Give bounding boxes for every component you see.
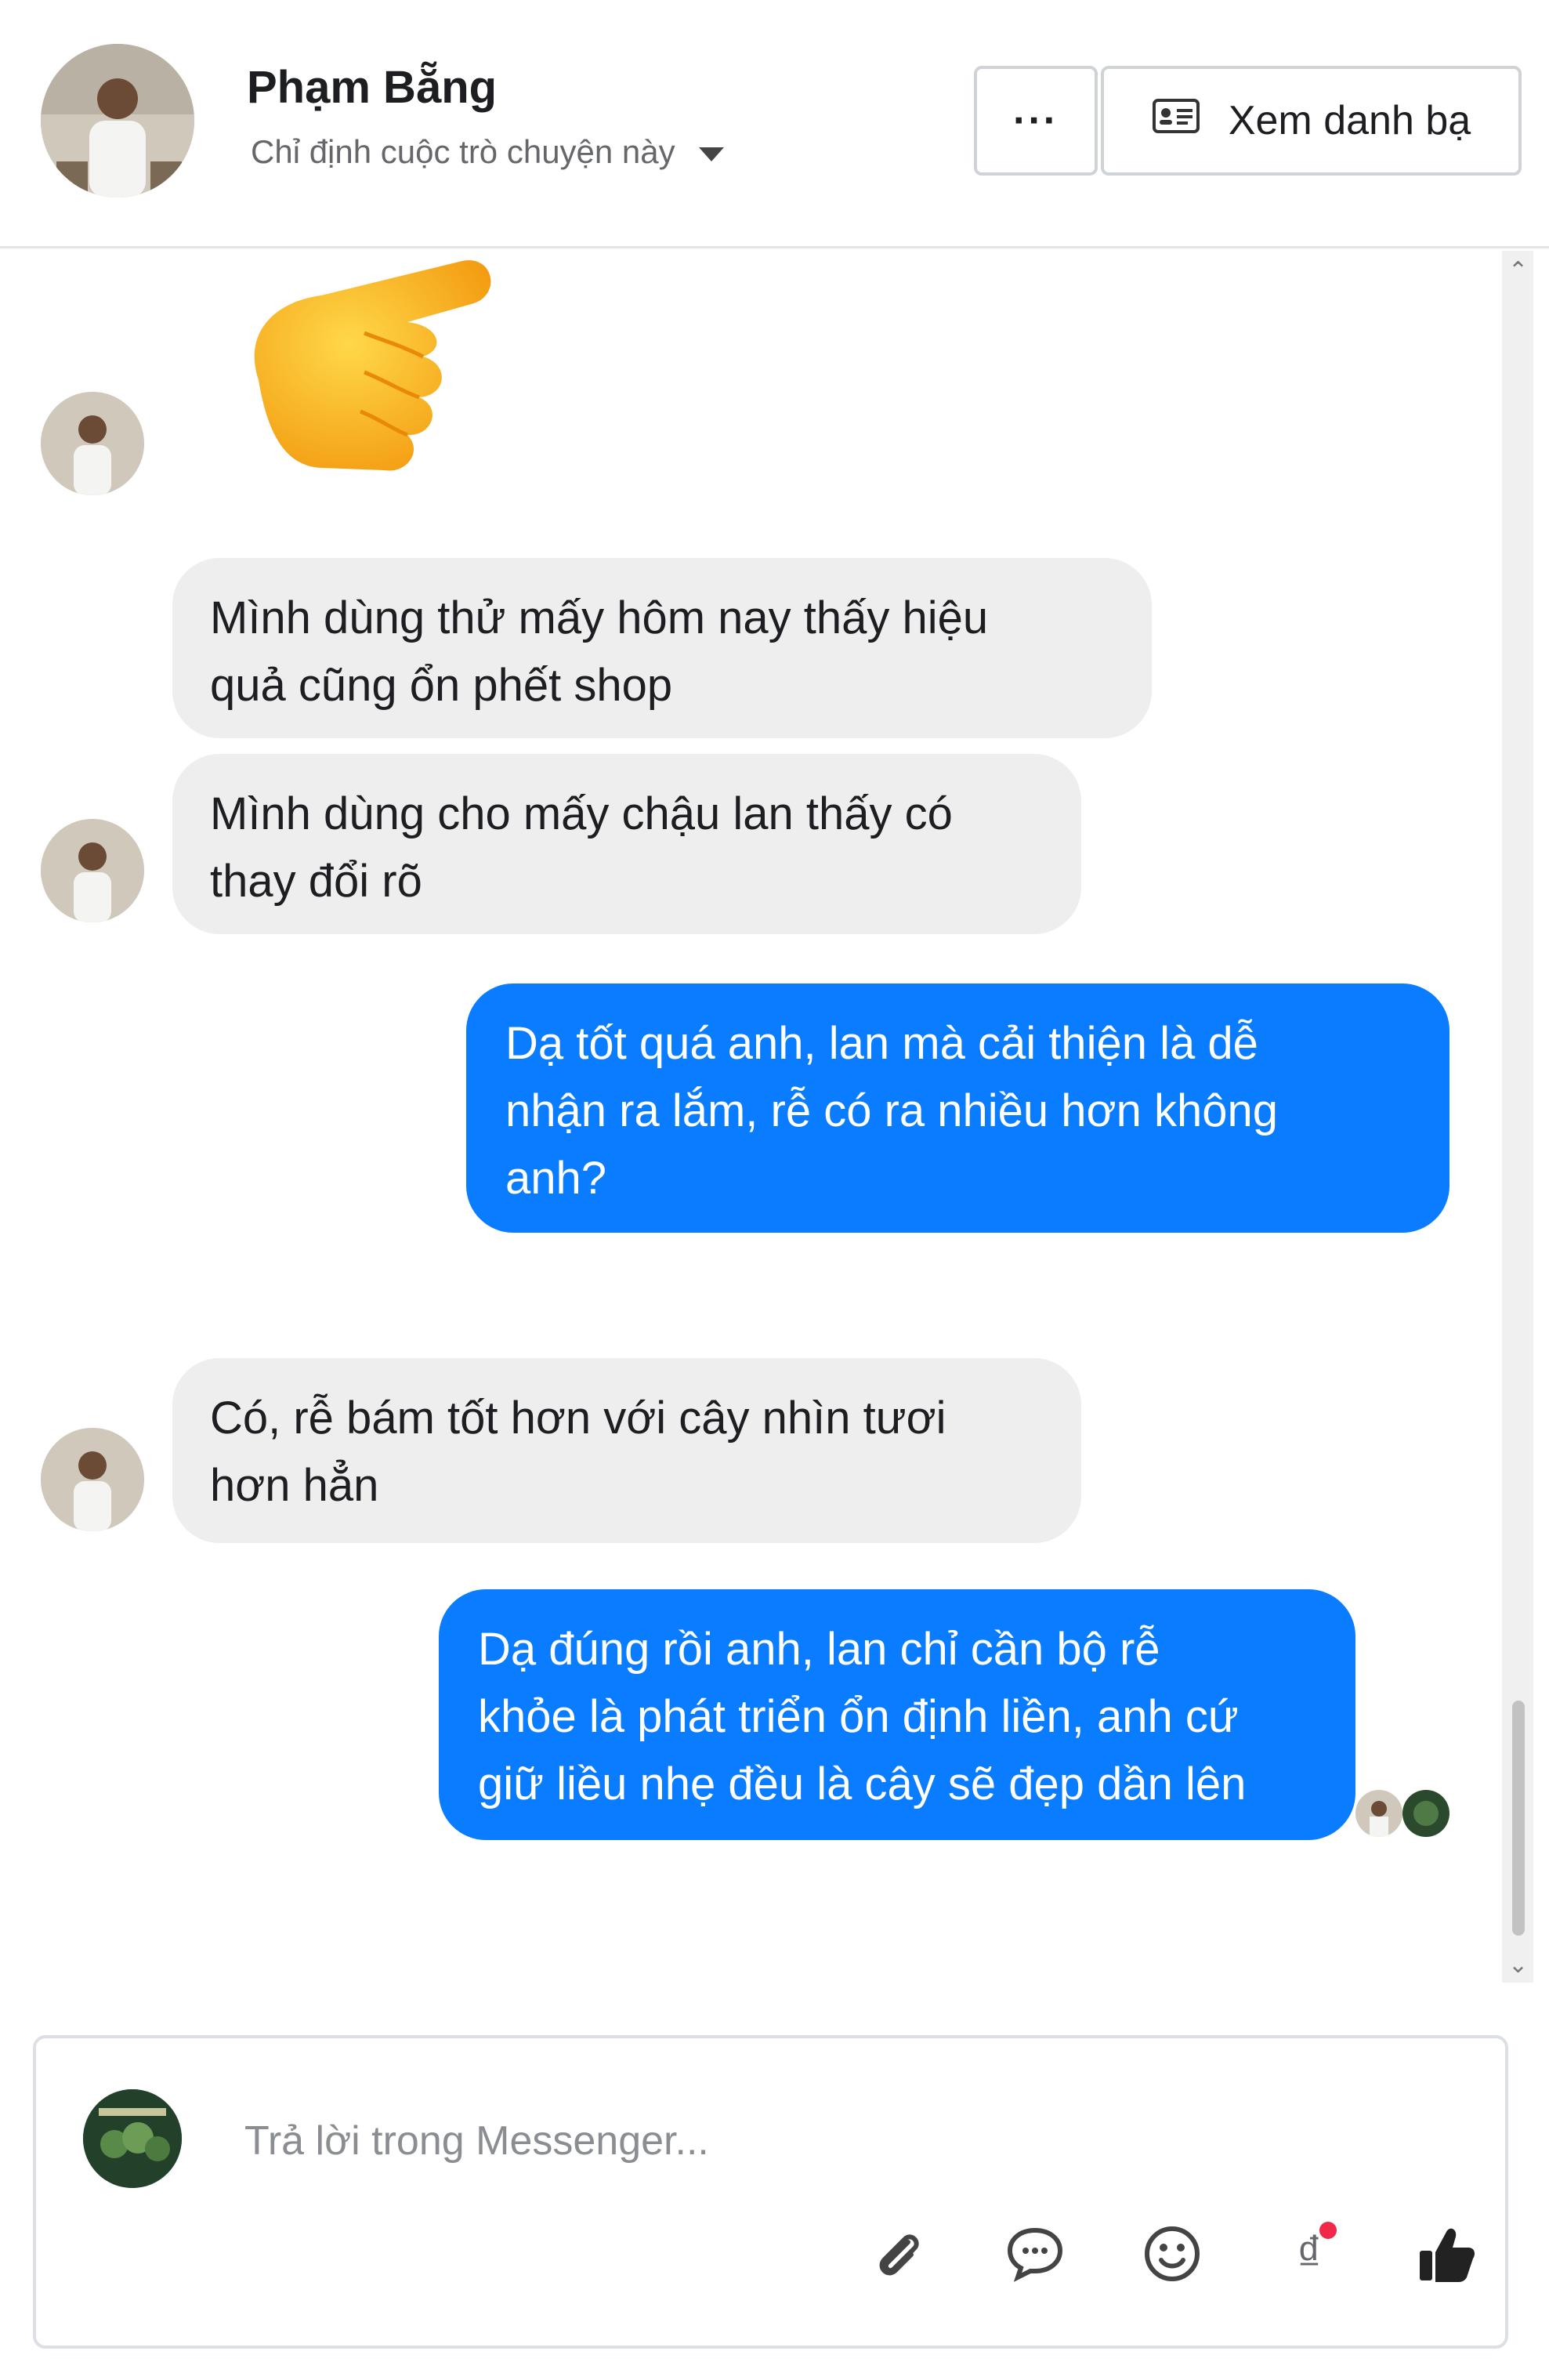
contact-avatar-small[interactable] [41, 819, 144, 922]
contact-avatar[interactable] [41, 44, 194, 197]
message-line: thay đổi rõ [210, 856, 422, 907]
message-line: giữ liều nhẹ đều là cây sẽ đẹp dần lên [478, 1759, 1247, 1809]
contact-avatar-small[interactable] [41, 1428, 144, 1531]
outgoing-message[interactable]: Dạ tốt quá anh, lan mà cải thiện là dễ n… [466, 984, 1449, 1233]
seen-avatar [1402, 1790, 1449, 1837]
incoming-message[interactable]: Mình dùng thử mấy hôm nay thấy hiệu quả … [172, 558, 1152, 738]
more-icon: ··· [1013, 98, 1059, 143]
message-line: quả cũng ổn phết shop [210, 660, 673, 711]
saved-replies-button[interactable] [1000, 2219, 1070, 2289]
more-options-button[interactable]: ··· [974, 66, 1098, 176]
message-line: Có, rễ bám tốt hơn với cây nhìn tươi [210, 1393, 946, 1444]
message-line: nhận ra lắm, rễ có ra nhiều hơn không [505, 1085, 1278, 1136]
message-line: Mình dùng cho mấy chậu lan thấy có [210, 788, 953, 839]
contact-name: Phạm Bẵng [247, 62, 498, 113]
thumbs-up-icon [1420, 2228, 1475, 2282]
outgoing-message[interactable]: Dạ đúng rồi anh, lan chỉ cần bộ rễ khỏe … [439, 1589, 1355, 1840]
reply-input[interactable] [243, 2109, 1343, 2173]
message-line: Mình dùng thử mấy hôm nay thấy hiệu [210, 592, 989, 643]
contact-card-icon [1152, 97, 1200, 144]
conversation-header: Phạm Bẵng Chỉ định cuộc trò chuyện này ·… [0, 0, 1549, 248]
contact-avatar-small[interactable] [41, 392, 144, 495]
like-button[interactable] [1411, 2219, 1482, 2289]
message-line: khỏe là phát triển ổn định liền, anh cứ [478, 1691, 1239, 1742]
assign-conversation-label: Chỉ định cuộc trò chuyện này [251, 133, 675, 170]
view-contacts-label: Xem danh bạ [1228, 98, 1471, 143]
incoming-message[interactable]: Mình dùng cho mấy chậu lan thấy có thay … [172, 754, 1081, 934]
smiley-icon [1145, 2226, 1200, 2281]
scroll-down-icon[interactable]: ⌄ [1508, 1951, 1528, 1979]
pointing-hand-icon [227, 247, 509, 498]
message-composer: ₫ [33, 2035, 1508, 2349]
view-contacts-button[interactable]: Xem danh bạ [1101, 66, 1522, 176]
assign-conversation-dropdown[interactable]: Chỉ định cuộc trò chuyện này [251, 133, 724, 171]
seen-avatar [1355, 1790, 1402, 1837]
scrollbar-thumb[interactable] [1512, 1701, 1525, 1936]
chat-bubble-icon [1007, 2227, 1063, 2282]
attach-button[interactable] [863, 2219, 933, 2289]
page-avatar [83, 2089, 182, 2188]
emoji-button[interactable] [1137, 2219, 1207, 2289]
incoming-message[interactable]: Có, rễ bám tốt hơn với cây nhìn tươi hơn… [172, 1358, 1081, 1543]
message-line: Dạ đúng rồi anh, lan chỉ cần bộ rễ [478, 1624, 1160, 1675]
scroll-up-icon[interactable]: ⌃ [1508, 257, 1528, 284]
caret-down-icon [698, 147, 724, 161]
message-line: hơn hẳn [210, 1460, 379, 1511]
payment-button[interactable]: ₫ [1274, 2219, 1345, 2289]
paperclip-icon [879, 2234, 919, 2276]
message-line: anh? [505, 1153, 607, 1204]
notification-dot [1319, 2222, 1337, 2239]
message-line: Dạ tốt quá anh, lan mà cải thiện là dễ [505, 1018, 1258, 1069]
currency-icon: ₫ [1296, 2226, 1323, 2282]
